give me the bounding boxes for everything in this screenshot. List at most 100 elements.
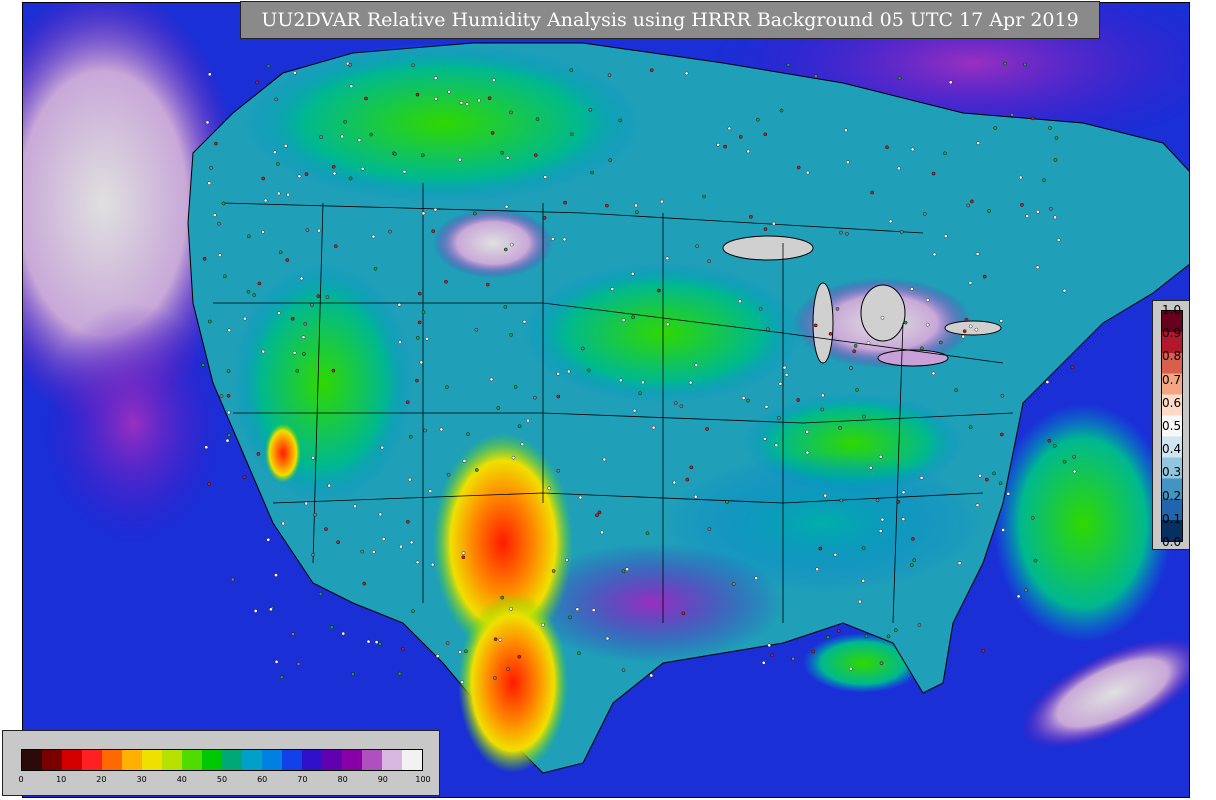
station-marker: [1020, 203, 1024, 207]
station-marker: [864, 634, 869, 639]
station-marker: [1036, 209, 1040, 214]
station-marker: [209, 165, 213, 170]
station-marker: [738, 135, 743, 139]
station-marker: [279, 675, 284, 680]
station-marker: [796, 398, 801, 402]
canada-green-field: [243, 43, 643, 203]
station-marker: [269, 607, 273, 612]
station-marker: [474, 468, 479, 472]
station-marker: [408, 477, 412, 482]
station-marker: [839, 230, 843, 235]
station-marker: [779, 108, 784, 113]
station-marker: [423, 428, 427, 433]
station-marker: [758, 306, 763, 311]
station-marker: [489, 377, 494, 382]
station-marker: [567, 369, 571, 374]
station-marker: [340, 134, 344, 139]
station-marker: [894, 628, 898, 633]
station-marker: [511, 455, 516, 460]
station-marker: [694, 494, 698, 499]
station-marker: [943, 151, 947, 156]
station-marker: [849, 366, 853, 370]
station-marker: [590, 170, 594, 175]
station-marker: [844, 128, 848, 133]
station-marker: [506, 667, 511, 671]
station-marker: [357, 138, 362, 142]
station-marker: [225, 438, 230, 443]
station-marker: [431, 229, 436, 233]
increment-tick-label: 1.0: [1162, 303, 1182, 317]
station-marker: [665, 256, 670, 260]
station-marker: [509, 110, 513, 115]
station-marker: [811, 649, 816, 654]
station-marker: [485, 282, 490, 287]
station-marker: [461, 555, 466, 560]
station-marker: [586, 368, 591, 373]
station-marker: [707, 259, 712, 264]
lake-erie: [877, 349, 949, 367]
station-marker: [886, 634, 891, 639]
station-marker: [487, 96, 492, 100]
station-marker: [332, 171, 337, 176]
station-marker: [341, 631, 346, 636]
station-marker: [657, 288, 661, 293]
station-marker: [218, 253, 222, 257]
station-marker: [777, 416, 781, 420]
station-marker: [756, 117, 760, 122]
station-marker: [411, 609, 415, 614]
station-marker: [853, 344, 858, 348]
station-marker: [578, 495, 583, 500]
station-marker: [291, 632, 295, 636]
station-marker: [201, 363, 205, 367]
station-marker: [635, 210, 639, 214]
station-marker: [966, 203, 971, 208]
station-marker: [1054, 136, 1059, 140]
increment-tick-label: 0.8: [1162, 349, 1182, 364]
station-marker: [1062, 459, 1067, 464]
station-marker: [689, 465, 694, 470]
station-marker: [278, 250, 283, 255]
station-marker: [318, 592, 323, 596]
station-marker: [607, 73, 612, 77]
station-marker: [897, 76, 902, 80]
station-marker: [685, 477, 690, 482]
station-marker: [533, 395, 537, 400]
northern-rockies-saturated: [433, 208, 553, 278]
station-marker: [415, 92, 420, 97]
station-marker: [763, 437, 767, 441]
station-marker: [472, 211, 477, 216]
station-marker: [1072, 469, 1077, 474]
station-marker: [353, 504, 357, 509]
station-marker: [227, 410, 231, 415]
station-marker: [551, 237, 555, 241]
station-marker: [374, 640, 379, 644]
station-marker: [1006, 491, 1011, 496]
station-marker: [425, 337, 429, 341]
station-marker: [569, 68, 574, 72]
station-marker: [460, 680, 464, 684]
station-marker: [500, 150, 505, 155]
station-marker: [766, 327, 770, 332]
station-marker: [746, 398, 750, 403]
station-marker: [818, 546, 823, 551]
station-marker: [466, 432, 470, 436]
station-marker: [393, 152, 397, 156]
station-marker: [749, 214, 753, 219]
station-marker: [782, 365, 787, 370]
station-marker: [333, 244, 338, 248]
station-marker: [605, 636, 610, 641]
station-marker: [878, 454, 883, 459]
station-marker: [398, 340, 402, 345]
station-marker: [618, 118, 623, 123]
station-marker: [503, 247, 508, 252]
station-marker: [311, 553, 315, 557]
atlantic-green-region: [993, 403, 1173, 643]
rh-tick-label: 60: [257, 775, 268, 784]
station-marker: [861, 579, 866, 583]
station-marker: [762, 661, 766, 665]
station-marker: [493, 676, 497, 680]
station-marker: [849, 666, 853, 671]
station-marker: [207, 72, 212, 77]
station-marker: [556, 468, 561, 473]
station-marker: [845, 231, 849, 236]
